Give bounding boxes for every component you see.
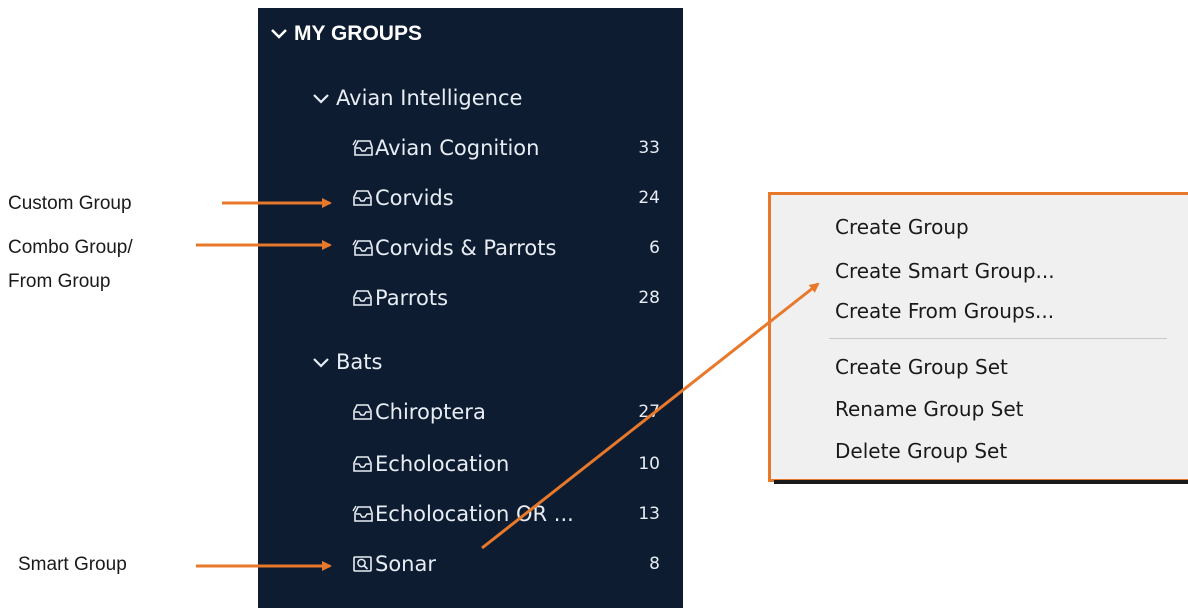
arrow-smart-group-menu [481, 282, 820, 550]
annotation-arrows [196, 198, 820, 571]
